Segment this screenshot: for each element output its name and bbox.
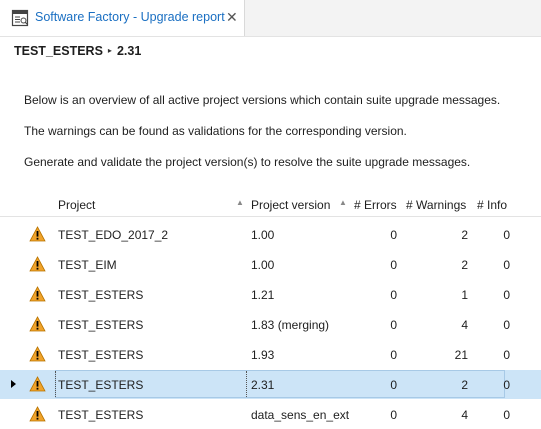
column-header-errors[interactable]: # Errors	[354, 198, 397, 212]
cell-project: TEST_ESTERS	[58, 378, 144, 392]
table-row[interactable]: TEST_EIM 1.00 0 2 0	[0, 250, 541, 279]
cell-version: 1.83 (merging)	[251, 318, 330, 332]
breadcrumb: TEST_ESTERS ▸ 2.31	[14, 44, 141, 58]
close-icon[interactable]: ✕	[226, 9, 238, 25]
cell-errors: 0	[390, 378, 397, 392]
table-row[interactable]: TEST_ESTERS data_sens_en_ext 0 4 0	[0, 400, 541, 429]
cell-version: 1.21	[251, 288, 275, 302]
cell-warnings: 21	[454, 348, 468, 362]
cell-errors: 0	[390, 318, 397, 332]
table-row[interactable]: TEST_ESTERS 1.93 0 21 0	[0, 340, 541, 369]
cell-info: 0	[503, 258, 510, 272]
cell-version: data_sens_en_ext	[251, 408, 350, 422]
column-header-project[interactable]: Project	[58, 198, 95, 212]
column-header-version[interactable]: Project version	[251, 198, 330, 212]
cell-project: TEST_ESTERS	[58, 318, 144, 332]
cell-warnings: 2	[461, 228, 468, 242]
cell-info: 0	[503, 378, 510, 392]
description-line-3: Generate and validate the project versio…	[24, 155, 471, 169]
breadcrumb-version: 2.31	[116, 44, 142, 58]
cell-info: 0	[503, 348, 510, 362]
cell-project: TEST_ESTERS	[58, 348, 144, 362]
focus-marker	[55, 371, 57, 397]
table-row[interactable]: TEST_EDO_2017_2 1.00 0 2 0	[0, 220, 541, 249]
breadcrumb-separator-icon: ▸	[107, 46, 112, 55]
current-row-pointer-icon	[11, 380, 16, 388]
breadcrumb-project: TEST_ESTERS	[14, 44, 103, 58]
description-line-1: Below is an overview of all active proje…	[24, 93, 501, 107]
warning-icon	[29, 316, 46, 332]
cell-project: TEST_EIM	[58, 258, 117, 272]
warning-icon	[29, 406, 46, 422]
table-row[interactable]: TEST_ESTERS 2.31 0 2 0	[0, 370, 541, 399]
cell-project: TEST_ESTERS	[58, 408, 144, 422]
warning-icon	[29, 226, 46, 242]
tab-upgrade-report[interactable]: Software Factory - Upgrade report ✕	[0, 0, 245, 36]
cell-info: 0	[503, 408, 510, 422]
cell-errors: 0	[390, 408, 397, 422]
focus-marker	[246, 371, 248, 397]
tab-strip: Software Factory - Upgrade report ✕	[0, 0, 541, 36]
warning-icon	[29, 346, 46, 362]
description-line-2: The warnings can be found as validations…	[24, 124, 407, 138]
cell-info: 0	[503, 228, 510, 242]
table-row[interactable]: TEST_ESTERS 1.21 0 1 0	[0, 280, 541, 309]
cell-warnings: 4	[461, 318, 468, 332]
cell-errors: 0	[390, 258, 397, 272]
report-icon	[11, 9, 29, 27]
warning-icon	[29, 286, 46, 302]
sort-ascending-icon[interactable]: ▲	[236, 198, 244, 207]
cell-warnings: 1	[461, 288, 468, 302]
cell-project: TEST_ESTERS	[58, 288, 144, 302]
cell-version: 1.93	[251, 348, 275, 362]
cell-errors: 0	[390, 288, 397, 302]
cell-errors: 0	[390, 348, 397, 362]
cell-warnings: 2	[461, 258, 468, 272]
warning-icon	[29, 256, 46, 272]
cell-errors: 0	[390, 228, 397, 242]
tab-title: Software Factory - Upgrade report	[35, 10, 225, 24]
cell-version: 2.31	[251, 378, 275, 392]
cell-info: 0	[503, 288, 510, 302]
cell-warnings: 2	[461, 378, 468, 392]
sort-ascending-icon[interactable]: ▲	[339, 198, 347, 207]
cell-warnings: 4	[461, 408, 468, 422]
cell-info: 0	[503, 318, 510, 332]
warning-icon	[29, 376, 46, 392]
cell-version: 1.00	[251, 258, 275, 272]
table-header: Project ▲ Project version ▲ # Errors # W…	[0, 194, 541, 217]
table-row[interactable]: TEST_ESTERS 1.83 (merging) 0 4 0	[0, 310, 541, 339]
tab-divider	[0, 36, 541, 37]
cell-project: TEST_EDO_2017_2	[58, 228, 169, 242]
cell-version: 1.00	[251, 228, 275, 242]
column-header-warnings[interactable]: # Warnings	[406, 198, 466, 212]
column-header-info[interactable]: # Info	[477, 198, 507, 212]
